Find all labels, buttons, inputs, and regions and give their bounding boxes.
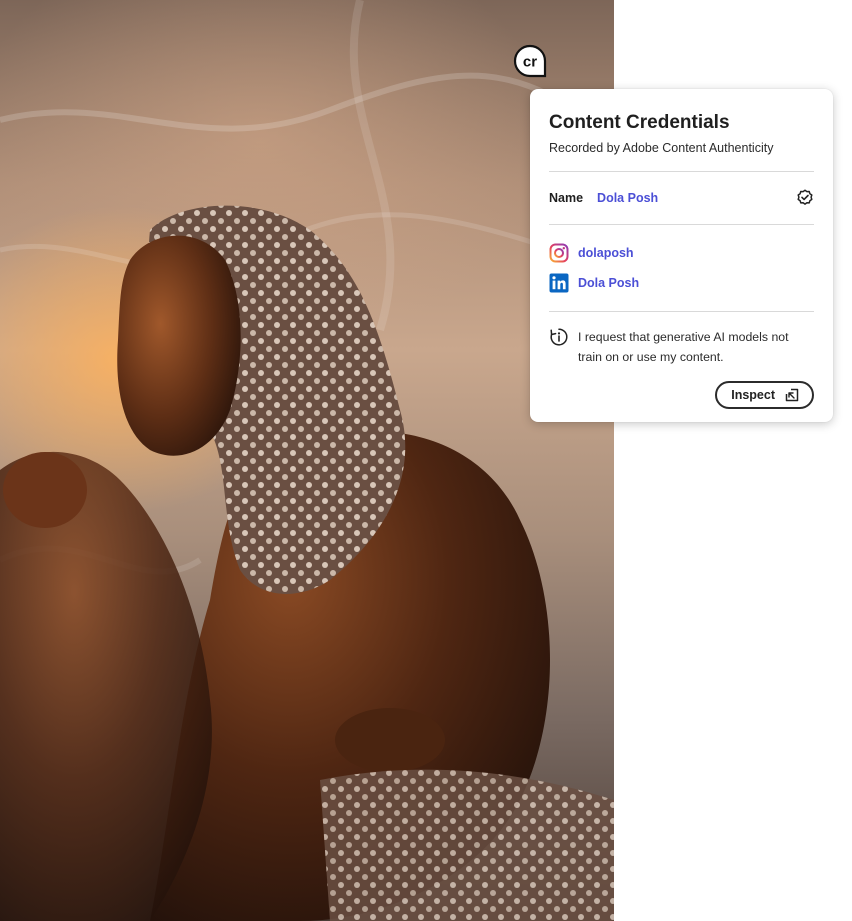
social-link-instagram[interactable]: dolaposh [549, 238, 814, 268]
inspect-button-label: Inspect [731, 388, 775, 402]
ai-training-preference: I request that generative AI models not … [549, 312, 814, 367]
card-title: Content Credentials [549, 112, 730, 133]
portrait-photo [0, 0, 614, 921]
social-link-label: Dola Posh [578, 276, 640, 290]
svg-text:cr: cr [523, 54, 537, 71]
inspect-container: Inspect [549, 381, 814, 409]
instagram-icon [549, 243, 569, 263]
name-label: Name [549, 191, 584, 205]
verified-badge-icon [796, 189, 814, 207]
social-link-label: dolaposh [578, 246, 634, 260]
history-info-icon [549, 327, 569, 347]
social-link-linkedin[interactable]: Dola Posh [549, 268, 814, 298]
content-credentials-card: Content Credentials Recorded by Adobe Co… [530, 89, 833, 422]
ai-notice-text: I request that generative AI models not … [578, 330, 789, 364]
external-link-icon [785, 388, 799, 402]
name-row: Name Dola Posh [549, 172, 814, 224]
social-links: dolaposh Dola Posh [549, 225, 814, 311]
card-subtitle: Recorded by Adobe Content Authenticity [549, 141, 774, 155]
content-credentials-badge[interactable]: cr [513, 44, 547, 78]
linkedin-icon [549, 273, 569, 293]
cr-icon: cr [513, 44, 547, 78]
portrait-illustration [0, 0, 614, 921]
inspect-button[interactable]: Inspect [715, 381, 814, 409]
name-value[interactable]: Dola Posh [597, 191, 796, 205]
